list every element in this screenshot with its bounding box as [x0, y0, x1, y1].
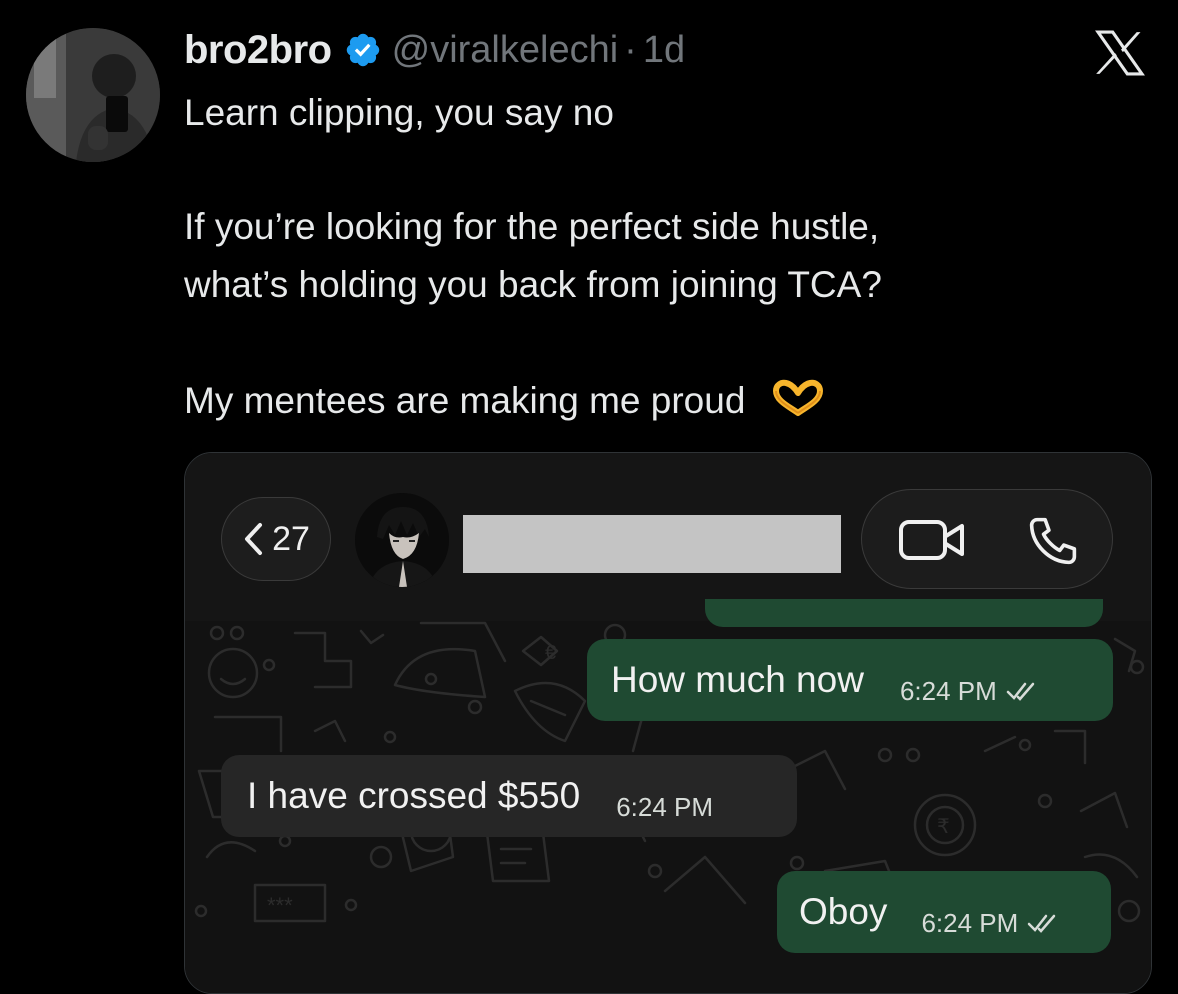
previous-message-bubble — [705, 599, 1103, 627]
tweet-header: bro2bro @viralkelechi · 1d — [184, 26, 685, 74]
x-logo-icon — [1095, 30, 1145, 76]
svg-text:€: € — [545, 642, 556, 664]
phone-call-icon[interactable] — [1026, 514, 1080, 568]
video-call-icon[interactable] — [898, 518, 966, 562]
author-avatar[interactable] — [26, 28, 160, 162]
message-text: I have crossed $550 — [247, 775, 581, 816]
unread-count: 27 — [272, 519, 310, 558]
message-bubble-outgoing[interactable]: How much now 6:24 PM — [587, 639, 1113, 721]
svg-text:***: *** — [267, 893, 293, 918]
contact-name-redacted[interactable] — [463, 515, 841, 573]
author-name[interactable]: bro2bro — [184, 28, 332, 73]
message-time: 6:24 PM — [616, 791, 714, 822]
call-actions — [861, 489, 1113, 589]
tweet-text-line: If you’re looking for the perfect side h… — [184, 206, 880, 247]
message-bubble-outgoing[interactable]: Oboy 6:24 PM — [777, 871, 1111, 953]
author-handle[interactable]: @viralkelechi — [392, 29, 619, 72]
read-ticks-icon — [1028, 914, 1056, 933]
chevron-left-icon — [245, 523, 263, 555]
tweet-text-line: what’s holding you back from joining TCA… — [184, 264, 882, 305]
back-button[interactable]: 27 — [221, 497, 331, 581]
message-text: Oboy — [799, 891, 888, 932]
message-text: How much now — [611, 659, 864, 700]
read-ticks-icon — [1006, 682, 1035, 701]
message-time: 6:24 PM — [899, 675, 997, 706]
separator-dot: · — [624, 28, 637, 71]
tweet-text-content: My mentees are making me proud — [184, 380, 746, 421]
heart-hands-icon — [772, 380, 823, 417]
svg-text:₹: ₹ — [937, 816, 950, 838]
contact-avatar[interactable] — [355, 493, 449, 587]
attached-screenshot[interactable]: € *** ₹ 27 How much now 6:24 PM I have c… — [184, 452, 1152, 994]
tweet-text-line: Learn clipping, you say no — [184, 92, 614, 133]
tweet-text-line: My mentees are making me proud — [184, 372, 826, 429]
tweet-timestamp[interactable]: 1d — [643, 29, 685, 72]
message-bubble-incoming[interactable]: I have crossed $550 6:24 PM — [221, 755, 797, 837]
verified-badge-icon — [346, 33, 379, 67]
message-time: 6:24 PM — [921, 907, 1019, 938]
